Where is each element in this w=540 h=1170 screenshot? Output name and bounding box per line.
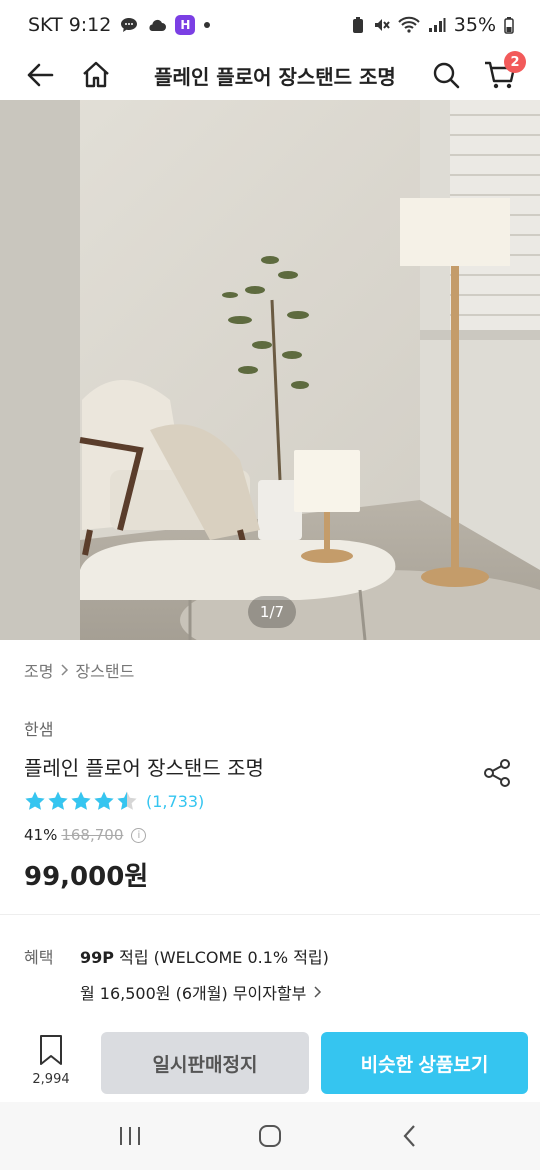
image-pager-indicator: 1/7 — [248, 596, 296, 628]
breadcrumb-item-lighting[interactable]: 조명 — [24, 658, 53, 682]
share-button[interactable] — [478, 754, 516, 792]
product-photo — [0, 100, 540, 640]
bookmark-button[interactable]: 2,994 — [24, 1034, 78, 1094]
star-icon — [71, 791, 91, 810]
circle-home-icon — [259, 1125, 281, 1147]
app-notification-icon: H — [175, 15, 196, 35]
recent-apps-button[interactable] — [100, 1106, 160, 1166]
review-count[interactable]: (1,733) — [146, 792, 204, 811]
rating-row[interactable]: (1,733) — [24, 790, 204, 812]
cart-button[interactable]: 2 — [478, 51, 526, 97]
benefit-label: 혜택 — [24, 948, 54, 967]
signal-icon — [428, 17, 446, 33]
benefit-points-row: 99P 적립 (WELCOME 0.1% 적립) — [80, 944, 329, 968]
cloud-icon — [147, 17, 167, 33]
section-divider — [0, 914, 540, 915]
arrow-left-icon — [27, 63, 54, 87]
page-title: 플레인 플로어 장스탠드 조명 — [154, 64, 396, 89]
share-icon — [484, 759, 510, 787]
benefit-points: 99P — [80, 948, 114, 967]
battery-icon — [504, 16, 514, 34]
system-back-button[interactable] — [380, 1106, 440, 1166]
system-home-button[interactable] — [240, 1106, 300, 1166]
back-button[interactable] — [18, 53, 62, 97]
star-icon — [25, 791, 45, 810]
product-image-carousel[interactable] — [0, 100, 540, 640]
temporarily-unavailable-button[interactable]: 일시판매정지 — [101, 1032, 309, 1094]
benefit-points-suffix: 적립 (WELCOME 0.1% 적립) — [119, 948, 329, 967]
product-name: 플레인 플로어 장스탠드 조명 — [24, 756, 264, 780]
installment-text: 월 16,500원 (6개월) 무이자할부 — [80, 984, 307, 1003]
price-discount-row: 41% 168,700 i — [24, 826, 147, 844]
chat-icon — [119, 15, 139, 35]
bookmark-icon — [40, 1035, 62, 1065]
wifi-icon — [398, 16, 420, 34]
info-icon[interactable]: i — [131, 827, 147, 843]
breadcrumb: 조명 장스탠드 — [24, 658, 134, 682]
sale-price: 99,000원 — [24, 862, 149, 892]
battery-saver-icon — [352, 16, 364, 34]
chevron-right-icon — [61, 664, 69, 676]
original-price: 168,700 — [61, 826, 124, 844]
cart-count-badge: 2 — [504, 51, 526, 73]
brand-name[interactable]: 한샘 — [24, 716, 53, 740]
installment-row[interactable]: 월 16,500원 (6개월) 무이자할부 — [80, 980, 322, 1004]
similar-products-button[interactable]: 비슷한 상품보기 — [321, 1032, 528, 1094]
home-icon — [83, 61, 109, 88]
star-icon — [94, 791, 114, 810]
discount-rate: 41% — [24, 826, 58, 844]
bookmark-count: 2,994 — [32, 1072, 70, 1087]
home-button[interactable] — [74, 53, 118, 97]
status-carrier-time: SKT 9:12 — [28, 14, 112, 36]
more-notifications-icon — [203, 21, 211, 29]
top-app-bar: 플레인 플로어 장스탠드 조명 2 — [0, 50, 540, 100]
rating-stars — [24, 790, 138, 812]
mute-icon — [372, 16, 390, 34]
status-bar: SKT 9:12 H 35% — [0, 0, 540, 50]
recent-apps-icon — [120, 1127, 140, 1145]
breadcrumb-item-floor-lamp[interactable]: 장스탠드 — [75, 658, 134, 682]
star-icon — [117, 791, 137, 810]
system-navigation-bar — [0, 1102, 540, 1170]
chevron-right-icon — [314, 986, 322, 998]
search-button[interactable] — [424, 53, 468, 97]
star-icon — [48, 791, 68, 810]
search-icon — [433, 62, 460, 89]
chevron-left-icon — [403, 1125, 415, 1147]
battery-percent: 35% — [453, 14, 496, 36]
